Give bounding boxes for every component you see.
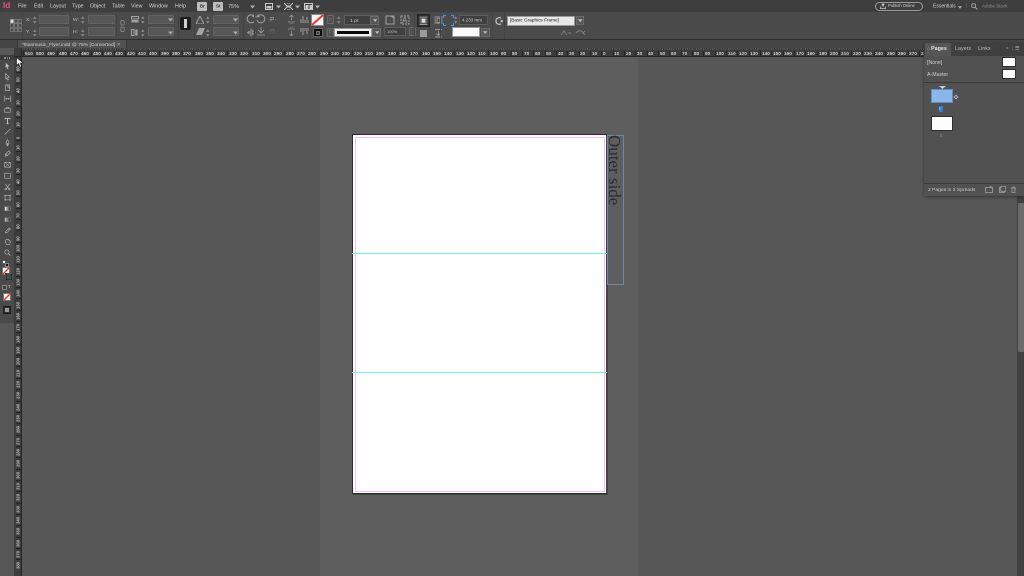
svg-text:A: A	[402, 16, 408, 25]
